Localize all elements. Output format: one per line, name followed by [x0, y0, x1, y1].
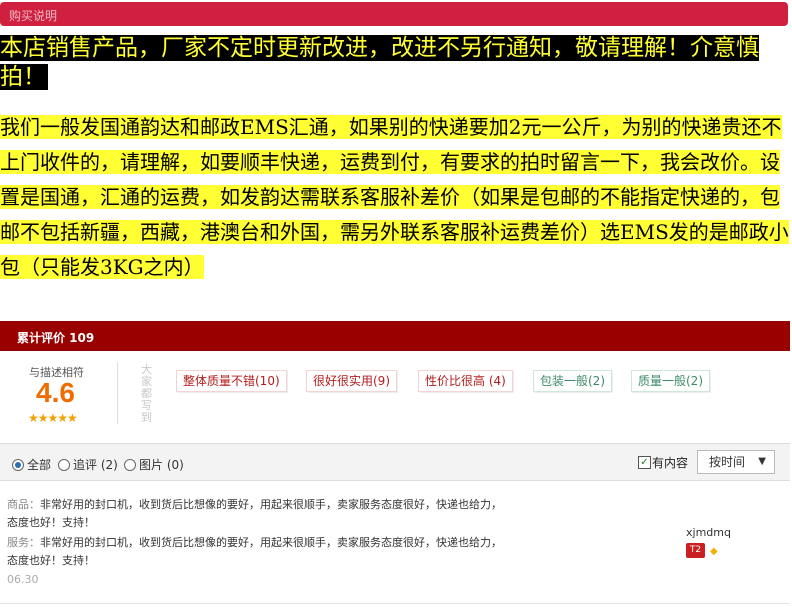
filter-image-label: 图片 (0) [139, 458, 184, 472]
keywords-vertical-label: 大家都写到 [141, 363, 152, 424]
review-date: 06.30 [7, 573, 39, 586]
service-comment: 服务：非常好用的封口机，收到货后比想像的要好，用起来很顺手，卖家服务态度很好，快… [7, 534, 507, 570]
tmall-member-icon: T2 [686, 543, 705, 558]
notice-text: 本店销售产品，厂家不定时更新改进，改进不另行通知，敬请理解！介意慎拍！ [0, 35, 759, 90]
reviewer-name[interactable]: xjmdmq [686, 526, 731, 539]
notice-text-block: 本店销售产品，厂家不定时更新改进，改进不另行通知，敬请理解！介意慎拍！ [0, 34, 790, 92]
divider [0, 603, 790, 604]
radio-selected-icon [12, 458, 24, 471]
sort-select-value: 按时间 [709, 455, 746, 469]
filter-append-label: 追评 (2) [73, 458, 118, 472]
star-rating-icon: ★★★★★ [28, 411, 78, 425]
service-comment-text: 非常好用的封口机，收到货后比想像的要好，用起来很顺手，卖家服务态度很好，快递也给… [7, 536, 502, 567]
shipping-text: 我们一般发国通韵达和邮政EMS汇通，如果别的快递要加2元一公斤，为别的快递贵还不… [0, 115, 789, 279]
purchase-notes-header: 购买说明 [0, 2, 788, 26]
chevron-down-icon: ▼ [758, 456, 766, 467]
vip-diamond-icon: ◆ [710, 546, 718, 557]
radio-icon [124, 458, 136, 471]
review-filter-bar: 全部 追评 (2) 图片 (0) ✓ 有内容 按时间 ▼ [0, 443, 790, 481]
review-tag[interactable]: 性价比很高 (4) [418, 370, 513, 392]
filter-all-label: 全部 [27, 458, 52, 472]
product-comment: 商品：非常好用的封口机，收到货后比想像的要好，用起来很顺手，卖家服务态度很好，快… [7, 496, 507, 532]
header-title: 购买说明 [9, 9, 58, 23]
filter-all-radio[interactable]: 全部 [12, 456, 51, 473]
review-tag[interactable]: 整体质量不错(10) [176, 370, 287, 392]
review-tag[interactable]: 包装一般(2) [533, 370, 612, 392]
reviews-header: 累计评价 109 [0, 321, 790, 351]
review-tag[interactable]: 很好很实用(9) [306, 370, 397, 392]
has-content-checkbox[interactable]: ✓ 有内容 [638, 454, 688, 471]
radio-icon [58, 458, 70, 471]
product-comment-text: 非常好用的封口机，收到货后比想像的要好，用起来很顺手，卖家服务态度很好，快递也给… [7, 498, 502, 529]
reviews-count-title: 累计评价 109 [17, 331, 95, 345]
shipping-text-block: 我们一般发国通韵达和邮政EMS汇通，如果别的快递要加2元一公斤，为别的快递贵还不… [0, 110, 790, 285]
score-value: 4.6 [36, 377, 75, 408]
has-content-label: 有内容 [652, 456, 689, 470]
product-comment-label: 商品： [7, 498, 40, 511]
review-tag[interactable]: 质量一般(2) [631, 370, 710, 392]
filter-image-radio[interactable]: 图片 (0) [124, 456, 184, 473]
sort-select[interactable]: 按时间 ▼ [697, 450, 775, 474]
service-comment-label: 服务： [7, 536, 40, 549]
divider [117, 362, 118, 424]
filter-append-radio[interactable]: 追评 (2) [58, 456, 118, 473]
checkmark-icon: ✓ [638, 456, 651, 469]
